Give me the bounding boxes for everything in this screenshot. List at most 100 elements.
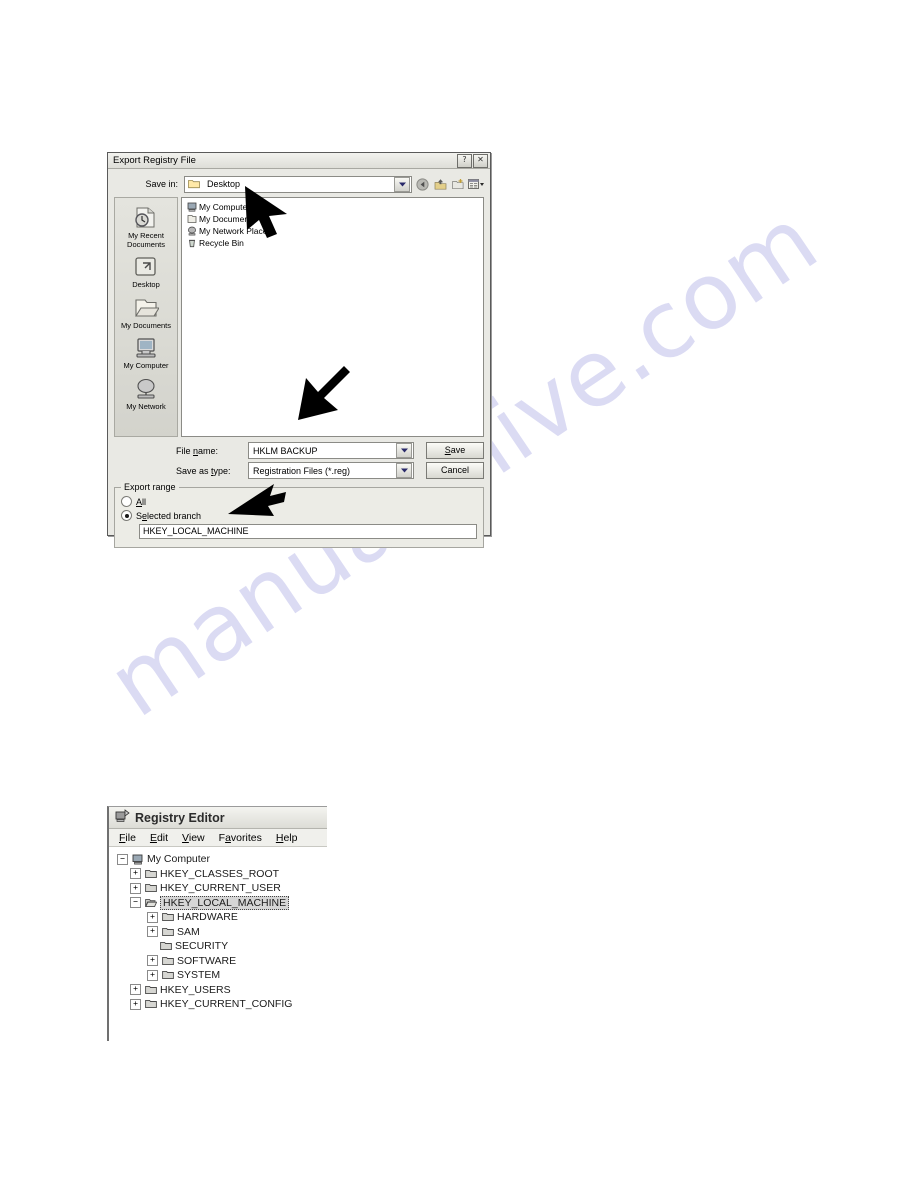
folder-icon	[161, 955, 174, 966]
radio-indicator	[121, 510, 132, 521]
place-my-network[interactable]: My Network	[117, 375, 175, 412]
regedit-icon	[115, 809, 130, 826]
new-folder-icon[interactable]	[450, 177, 466, 192]
place-my-computer[interactable]: My Computer	[117, 334, 175, 371]
registry-tree[interactable]: − My Computer + HKEY_CLASSES_ROOT + HKEY…	[109, 847, 327, 1042]
file-name-input[interactable]: HKLM BACKUP	[248, 442, 414, 459]
menu-view[interactable]: View	[182, 832, 205, 844]
save-as-type-value: Registration Files (*.reg)	[253, 465, 351, 476]
radio-all[interactable]: All	[121, 495, 477, 508]
file-name-label: File name:	[176, 445, 219, 456]
tree-node-hkey-users[interactable]: + HKEY_USERS	[117, 983, 327, 998]
desktop-icon	[117, 253, 175, 281]
selected-branch-input[interactable]: HKEY_LOCAL_MACHINE	[139, 524, 477, 539]
folder-icon	[144, 883, 157, 894]
place-my-recent-documents[interactable]: My Recent Documents	[117, 204, 175, 249]
tree-node-label: HKEY_LOCAL_MACHINE	[160, 895, 290, 910]
expand-icon[interactable]: +	[147, 969, 158, 981]
list-item[interactable]: My Computer	[184, 201, 481, 213]
expand-icon[interactable]: +	[147, 926, 158, 938]
export-range-group: Export range All Selected branch HKEY_LO…	[114, 482, 484, 548]
expand-icon[interactable]: +	[130, 984, 141, 996]
computer-icon	[131, 854, 144, 865]
back-icon[interactable]	[414, 177, 430, 192]
radio-selected-branch[interactable]: Selected branch	[121, 509, 477, 522]
radio-all-label: All	[136, 496, 147, 507]
export-registry-file-dialog: Export Registry File ? ✕ Save in: Deskto…	[107, 152, 491, 548]
places-bar: My RecentDocuments Desktop My Documents	[114, 197, 178, 437]
tree-node-label: SECURITY	[175, 940, 229, 953]
folder-icon	[144, 868, 157, 879]
menu-edit[interactable]: Edit	[150, 832, 168, 844]
tree-node-hkey-current-config[interactable]: + HKEY_CURRENT_CONFIG	[117, 997, 327, 1012]
list-item[interactable]: Recycle Bin	[184, 237, 481, 249]
collapse-icon[interactable]: −	[117, 853, 128, 865]
tree-node-software[interactable]: + SOFTWARE	[117, 954, 327, 969]
registry-editor-menubar: File Edit View Favorites Help	[109, 829, 327, 847]
up-one-level-icon[interactable]	[432, 177, 448, 192]
tree-node-label: SYSTEM	[177, 969, 221, 982]
tree-node-hkey-current-user[interactable]: + HKEY_CURRENT_USER	[117, 881, 327, 896]
tree-node-hkey-classes-root[interactable]: + HKEY_CLASSES_ROOT	[117, 867, 327, 882]
my-documents-icon	[186, 214, 197, 225]
folder-icon	[161, 970, 174, 981]
expand-icon[interactable]: +	[130, 998, 141, 1010]
save-button[interactable]: Save	[426, 442, 484, 459]
save-in-label: Save in:	[145, 179, 178, 189]
expand-icon[interactable]: +	[147, 955, 158, 967]
folder-icon	[161, 912, 174, 923]
export-range-title: Export range	[121, 482, 179, 492]
my-computer-icon	[117, 334, 175, 362]
chevron-down-icon[interactable]	[396, 443, 412, 458]
collapse-icon[interactable]: −	[130, 897, 141, 909]
cancel-button[interactable]: Cancel	[426, 462, 484, 479]
my-computer-icon	[186, 202, 197, 213]
tree-node-label: SOFTWARE	[177, 954, 237, 967]
close-button[interactable]: ✕	[473, 153, 488, 168]
views-icon[interactable]	[468, 177, 484, 192]
tree-node-hardware[interactable]: + HARDWARE	[117, 910, 327, 925]
save-in-row: Save in: Desktop	[108, 169, 490, 197]
save-as-type-combo[interactable]: Registration Files (*.reg)	[248, 462, 414, 479]
recycle-bin-icon	[186, 238, 197, 249]
my-network-icon	[186, 226, 197, 237]
place-label: Desktop	[132, 280, 160, 289]
list-item[interactable]: My Documents	[184, 213, 481, 225]
save-in-value: Desktop	[207, 179, 241, 189]
menu-help[interactable]: Help	[276, 832, 298, 844]
expand-icon[interactable]: +	[147, 911, 158, 923]
tree-node-sam[interactable]: + SAM	[117, 925, 327, 940]
registry-editor-titlebar: Registry Editor	[109, 807, 327, 829]
file-list[interactable]: My Computer My Documents My Network Plac…	[181, 197, 484, 437]
list-item[interactable]: My Network Places	[184, 225, 481, 237]
expand-icon[interactable]: +	[130, 882, 141, 894]
tree-node-label: SAM	[177, 925, 200, 938]
chevron-down-icon[interactable]	[394, 176, 410, 192]
place-desktop[interactable]: Desktop	[117, 253, 175, 290]
tree-node-security[interactable]: SECURITY	[117, 939, 327, 954]
list-item-label: Recycle Bin	[199, 238, 244, 248]
browser-area: My RecentDocuments Desktop My Documents	[114, 197, 484, 437]
tree-node-label: My Computer	[147, 853, 211, 866]
help-button[interactable]: ?	[457, 153, 472, 168]
tree-node-hkey-local-machine[interactable]: − HKEY_LOCAL_MACHINE	[117, 895, 327, 911]
menu-file[interactable]: File	[119, 832, 136, 844]
folder-icon	[144, 984, 157, 995]
tree-node-label: HARDWARE	[177, 911, 238, 924]
save-in-combo[interactable]: Desktop	[184, 175, 412, 193]
expand-icon[interactable]: +	[130, 868, 141, 880]
list-item-label: My Computer	[199, 202, 251, 212]
file-name-value: HKLM BACKUP	[253, 445, 318, 456]
place-my-documents[interactable]: My Documents	[117, 294, 175, 331]
chevron-down-icon[interactable]	[396, 463, 412, 478]
my-network-icon	[117, 375, 175, 403]
tree-node-system[interactable]: + SYSTEM	[117, 968, 327, 983]
folder-icon	[161, 926, 174, 937]
tree-node-my-computer[interactable]: − My Computer	[117, 852, 327, 867]
list-item-label: My Documents	[199, 214, 256, 224]
save-as-type-label: Save as type:	[176, 465, 231, 476]
tree-node-label: HKEY_CURRENT_USER	[160, 882, 281, 895]
folder-icon	[188, 179, 200, 189]
menu-favorites[interactable]: Favorites	[219, 832, 262, 844]
